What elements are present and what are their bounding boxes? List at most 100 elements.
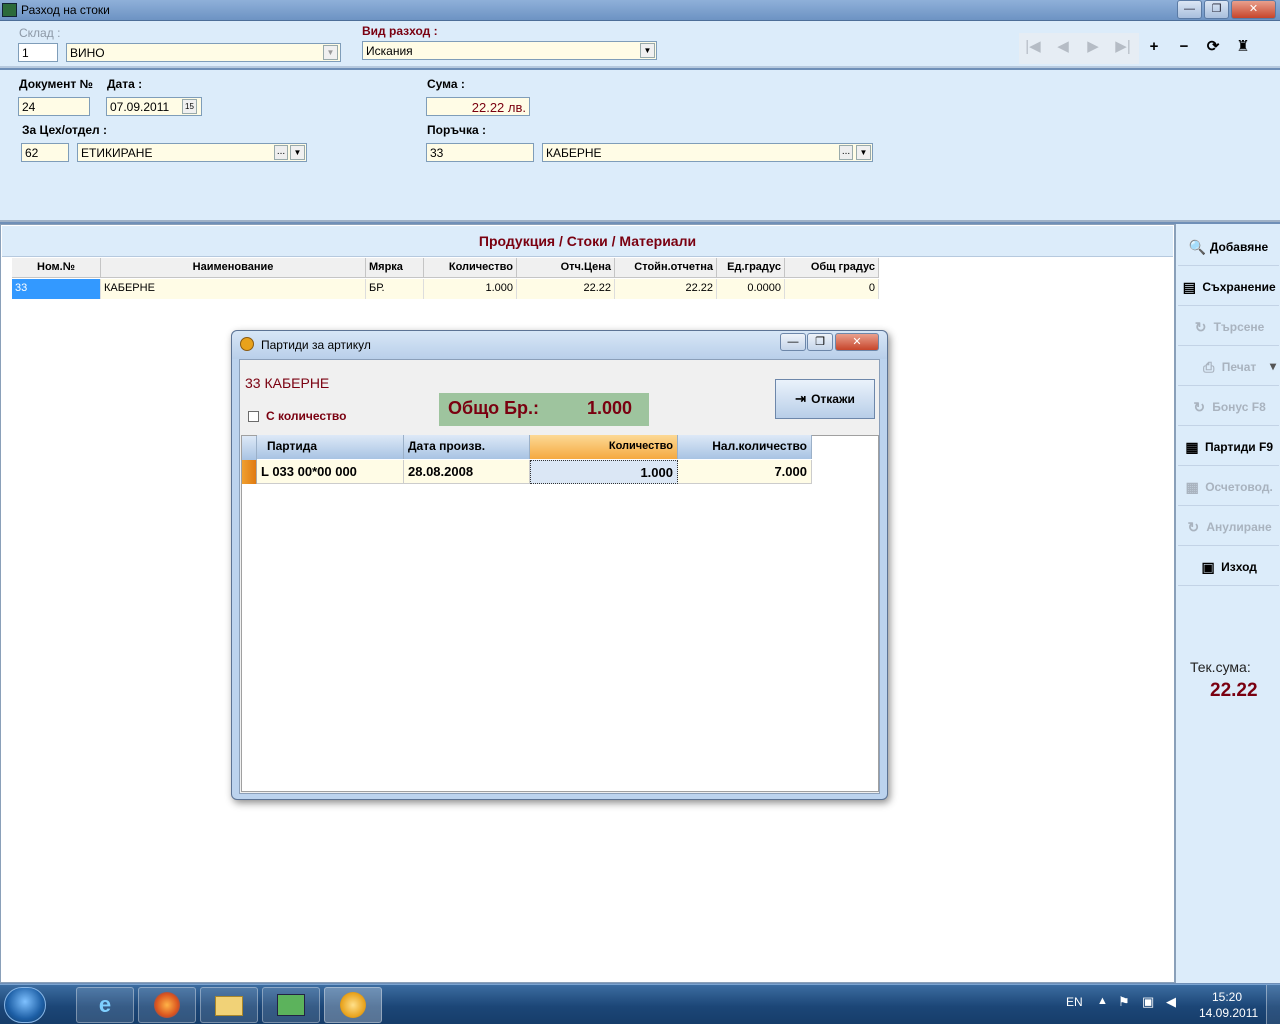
tray-show-hidden-icon[interactable]: ▲ bbox=[1097, 995, 1108, 1007]
cancel-doc-button[interactable]: ↻ Анулиране bbox=[1178, 508, 1279, 546]
column-header[interactable]: Мярка bbox=[366, 258, 424, 278]
table-cell[interactable]: 7.000 bbox=[678, 460, 812, 484]
table-cell[interactable]: 28.08.2008 bbox=[404, 460, 530, 484]
expense-type-field[interactable]: Искания bbox=[362, 41, 657, 60]
table-cell[interactable]: КАБЕРНЕ bbox=[101, 279, 366, 299]
column-header-sorted[interactable]: Количество bbox=[530, 435, 678, 459]
action-sidebar: 🔍 Добавяне ▤ Съхранение ↻ Търсене ⎙ Печа… bbox=[1175, 224, 1280, 983]
dialog-maximize-button[interactable]: ❐ bbox=[807, 333, 833, 351]
department-code-field[interactable]: 62 bbox=[21, 143, 69, 162]
exit-door-icon: ⇥ bbox=[795, 391, 807, 406]
table-cell[interactable]: 22.22 bbox=[615, 279, 717, 299]
save-button[interactable]: ▤ Съхранение bbox=[1178, 268, 1279, 306]
column-header[interactable]: Партида bbox=[257, 435, 404, 459]
bonus-button[interactable]: ↻ Бонус F8 bbox=[1178, 388, 1279, 426]
doc-number-field[interactable]: 24 bbox=[18, 97, 90, 116]
nav-settings-icon[interactable]: ♜ bbox=[1231, 38, 1255, 58]
column-header[interactable]: Наименование bbox=[101, 258, 366, 278]
expense-type-label: Вид разход : bbox=[362, 24, 438, 38]
nav-first-icon[interactable]: |◀ bbox=[1021, 38, 1045, 58]
table-cell-focused[interactable]: 1.000 bbox=[530, 460, 678, 484]
with-qty-checkbox[interactable] bbox=[248, 411, 259, 422]
row-indicator-header bbox=[242, 436, 257, 460]
calendar-icon[interactable]: 15 bbox=[182, 99, 197, 114]
clock-time[interactable]: 15:20 bbox=[1212, 990, 1242, 1004]
warehouse-name-field[interactable]: ВИНО bbox=[66, 43, 341, 62]
tray-flag-icon[interactable]: ⚑ bbox=[1118, 994, 1130, 1010]
maximize-button[interactable]: ❐ bbox=[1204, 0, 1229, 19]
clock-date[interactable]: 14.09.2011 bbox=[1199, 1006, 1258, 1020]
nav-remove-icon[interactable]: − bbox=[1172, 38, 1196, 58]
order-lookup-button[interactable]: ... bbox=[839, 145, 853, 160]
department-dropdown-icon[interactable]: ▼ bbox=[290, 145, 305, 160]
table-cell-selected[interactable]: 33 bbox=[12, 279, 101, 299]
taskbar-explorer-icon[interactable] bbox=[200, 987, 258, 1023]
nav-prev-icon[interactable]: ◀ bbox=[1051, 38, 1075, 58]
taskbar-active-app-icon[interactable] bbox=[324, 987, 382, 1023]
post-accounting-button[interactable]: ▦ Осчетовод. bbox=[1178, 468, 1279, 506]
table-cell[interactable]: L 033 00*00 000 bbox=[257, 460, 404, 484]
table-cell[interactable]: 22.22 bbox=[517, 279, 615, 299]
save-button-label: Съхранение bbox=[1202, 279, 1276, 294]
taskbar-network-app-icon[interactable] bbox=[262, 987, 320, 1023]
document-header-panel: Документ № 24 Дата : 07.09.2011 15 Сума … bbox=[0, 70, 1280, 222]
dialog-minimize-button[interactable]: — bbox=[780, 333, 806, 351]
nav-last-icon[interactable]: ▶| bbox=[1111, 38, 1135, 58]
table-cell[interactable]: БР. bbox=[366, 279, 424, 299]
window-title: Разход на стоки bbox=[21, 3, 110, 17]
order-dropdown-icon[interactable]: ▼ bbox=[856, 145, 871, 160]
current-sum-label: Тек.сума: bbox=[1190, 659, 1251, 675]
table-cell[interactable]: 1.000 bbox=[424, 279, 517, 299]
nav-add-icon[interactable]: + bbox=[1142, 38, 1166, 58]
order-name-field[interactable]: КАБЕРНЕ bbox=[542, 143, 873, 162]
column-header[interactable]: Стойн.отчетна bbox=[615, 258, 717, 278]
taskbar-firefox-icon[interactable] bbox=[138, 987, 196, 1023]
table-cell[interactable]: 0 bbox=[785, 279, 879, 299]
total-label: Общо Бр.: bbox=[448, 398, 539, 418]
current-sum-value: 22.22 bbox=[1210, 680, 1258, 701]
column-header[interactable]: Ном.№ bbox=[12, 258, 101, 278]
expense-type-dropdown-icon[interactable]: ▼ bbox=[640, 43, 655, 58]
department-name-field[interactable]: ЕТИКИРАНЕ bbox=[77, 143, 307, 162]
show-desktop-button[interactable] bbox=[1266, 985, 1280, 1024]
dialog-close-button[interactable]: ✕ bbox=[835, 333, 879, 351]
table-cell[interactable]: 0.0000 bbox=[717, 279, 785, 299]
dialog-app-icon bbox=[240, 337, 254, 351]
print-button-label: Печат bbox=[1221, 359, 1257, 374]
order-code-field[interactable]: 33 bbox=[426, 143, 534, 162]
nav-refresh-icon[interactable]: ⟳ bbox=[1201, 38, 1225, 58]
column-header[interactable]: Общ градус bbox=[785, 258, 879, 278]
search-icon: ↻ bbox=[1194, 318, 1207, 335]
column-header[interactable]: Ед.градус bbox=[717, 258, 785, 278]
start-button[interactable] bbox=[4, 987, 46, 1023]
warehouse-dropdown-icon[interactable]: ▼ bbox=[323, 45, 338, 60]
column-header[interactable]: Дата произв. bbox=[404, 435, 530, 459]
department-lookup-button[interactable]: ... bbox=[274, 145, 288, 160]
batches-button[interactable]: ▦ Партиди F9 bbox=[1178, 428, 1279, 466]
search-button[interactable]: ↻ Търсене bbox=[1178, 308, 1279, 346]
row-indicator[interactable] bbox=[242, 460, 257, 484]
window-titlebar: Разход на стоки — ❐ ✕ bbox=[0, 0, 1280, 21]
department-label: За Цех/отдел : bbox=[22, 123, 107, 137]
column-header[interactable]: Количество bbox=[424, 258, 517, 278]
column-header[interactable]: Нал.количество bbox=[678, 435, 812, 459]
batches-grid bbox=[241, 435, 879, 792]
warehouse-code-field[interactable]: 1 bbox=[18, 43, 58, 62]
minimize-button[interactable]: — bbox=[1177, 0, 1202, 19]
cancel-button[interactable]: ⇥ Откажи bbox=[775, 379, 875, 419]
batches-button-label: Партиди F9 bbox=[1204, 439, 1274, 454]
search-add-icon: 🔍 bbox=[1188, 238, 1207, 255]
tray-volume-icon[interactable]: ◀ bbox=[1166, 994, 1176, 1010]
print-dropdown-icon[interactable]: ▾ bbox=[1270, 359, 1276, 373]
search-button-label: Търсене bbox=[1213, 319, 1265, 334]
add-button[interactable]: 🔍 Добавяне bbox=[1178, 228, 1279, 266]
close-button[interactable]: ✕ bbox=[1231, 0, 1276, 19]
print-button[interactable]: ⎙ Печат ▾ bbox=[1178, 348, 1279, 386]
exit-button[interactable]: ▣ Изход bbox=[1178, 548, 1279, 586]
nav-next-icon[interactable]: ▶ bbox=[1081, 38, 1105, 58]
tray-network-icon[interactable]: ▣ bbox=[1142, 994, 1154, 1010]
column-header[interactable]: Отч.Цена bbox=[517, 258, 615, 278]
taskbar-ie-icon[interactable]: e bbox=[76, 987, 134, 1023]
save-icon: ▤ bbox=[1182, 278, 1196, 295]
language-indicator[interactable]: EN bbox=[1066, 995, 1083, 1009]
